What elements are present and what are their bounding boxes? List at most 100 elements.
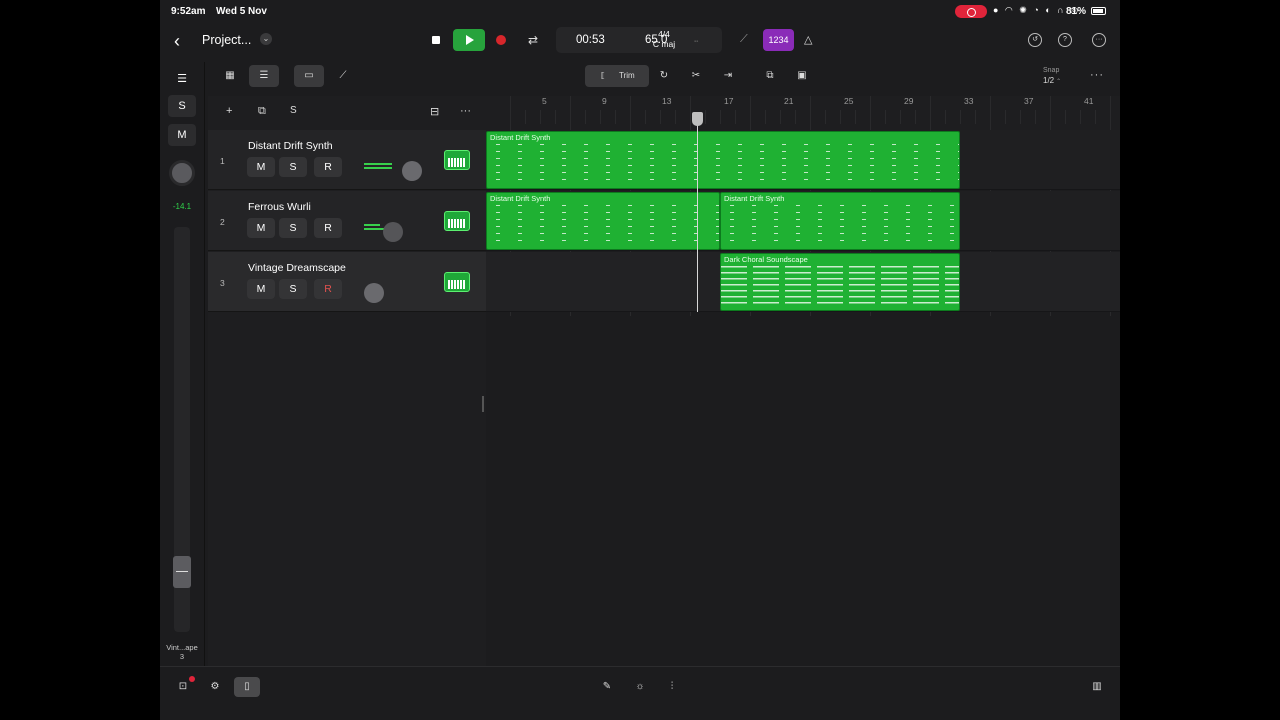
strip-divider <box>204 62 205 666</box>
track-mute-button[interactable]: M <box>247 218 275 238</box>
track-name[interactable]: Ferrous Wurli <box>248 201 311 213</box>
cycle-loop-icon[interactable]: ⇄ <box>522 29 544 51</box>
tracks-timeline[interactable]: 5 9 13 17 21 25 29 33 37 41 Distant Drif… <box>486 96 1120 666</box>
keyboard-icon[interactable]: ▥ <box>1084 677 1110 697</box>
project-title[interactable]: Project... <box>202 33 251 47</box>
project-menu-chevron-icon[interactable]: ⌄ <box>260 33 272 45</box>
track-row-3[interactable]: 3 Vintage Dreamscape M S R <box>208 252 486 312</box>
add-track-icon[interactable]: + <box>226 105 232 117</box>
grid-line <box>1020 110 1021 124</box>
tuner-icon[interactable]: ⟋ <box>740 33 748 46</box>
plugins-icon[interactable]: ⚙ <box>202 677 228 697</box>
mixer-settings-icon[interactable]: ☰ <box>168 68 196 90</box>
ruler-bar-label: 41 <box>1084 96 1094 106</box>
track-row-1[interactable]: 1 Distant Drift Synth M S R <box>208 130 486 190</box>
lcd-time-signature: 4/4 <box>658 29 670 39</box>
midi-region[interactable]: Dark Choral Soundscape <box>720 253 960 311</box>
track-pan-knob[interactable] <box>364 283 384 303</box>
smart-controls-icon[interactable]: ☼ <box>627 677 653 697</box>
track-record-button[interactable]: R <box>314 279 342 299</box>
midi-notes <box>721 205 959 247</box>
track-mute-button[interactable]: M <box>247 279 275 299</box>
live-loops-grid-icon[interactable]: ▦ <box>215 65 245 87</box>
pencil-icon[interactable]: ✎ <box>594 677 620 697</box>
grid-line <box>705 110 706 124</box>
undo-history-icon[interactable]: ↺ <box>1028 33 1042 47</box>
notification-badge <box>189 676 195 682</box>
track-row-2[interactable]: 2 Ferrous Wurli M S R <box>208 191 486 251</box>
bar-ruler[interactable]: 5 9 13 17 21 25 29 33 37 41 <box>486 96 1120 130</box>
track-options-icon[interactable]: ··· <box>460 105 471 117</box>
automation-icon[interactable]: ⟋ <box>328 65 358 87</box>
back-chevron-icon[interactable]: ‹ <box>174 31 180 52</box>
grid-line <box>900 110 901 124</box>
strip-mute-button[interactable]: M <box>168 124 196 146</box>
track-record-button[interactable]: R <box>314 157 342 177</box>
strip-track-number: 3 <box>179 652 185 661</box>
copy-icon[interactable]: ⧉ <box>755 65 785 87</box>
metronome-icon[interactable]: △ <box>804 33 812 46</box>
grid-line <box>585 110 586 124</box>
duplicate-track-icon[interactable]: ⧉ <box>258 105 266 118</box>
stop-button[interactable] <box>425 29 447 51</box>
more-options-icon[interactable]: ··· <box>1092 33 1106 47</box>
track-pan-knob[interactable] <box>402 161 422 181</box>
snap-control[interactable]: Snap 1/2 ⌃ <box>1043 66 1061 87</box>
grid-line <box>1095 110 1096 124</box>
keyboard-instrument-icon[interactable] <box>444 150 470 170</box>
track-pan-knob[interactable] <box>383 222 403 242</box>
toolbar-more-icon[interactable]: ··· <box>1090 69 1104 81</box>
split-scissors-icon[interactable]: ✂ <box>681 65 711 87</box>
grid-line <box>975 110 976 124</box>
midi-notes <box>487 205 719 247</box>
strip-pan-knob[interactable] <box>169 160 195 186</box>
track-level-meter <box>364 162 392 172</box>
region-name: Distant Drift Synth <box>724 194 785 203</box>
record-button[interactable] <box>490 29 512 51</box>
track-solo-button[interactable]: S <box>279 157 307 177</box>
track-mute-button[interactable]: M <box>247 157 275 177</box>
ruler-bar-label: 29 <box>904 96 914 106</box>
ruler-bar-label: 25 <box>844 96 854 106</box>
grid-line <box>735 110 736 124</box>
grid-line <box>840 110 841 124</box>
track-name[interactable]: Vintage Dreamscape <box>248 262 346 274</box>
loop-tool-icon[interactable]: ↻ <box>649 65 679 87</box>
join-icon[interactable]: ⇥ <box>713 65 743 87</box>
midi-region[interactable]: Distant Drift Synth <box>720 192 960 250</box>
region-view-icon[interactable]: ▭ <box>294 65 324 87</box>
volume-fader-handle[interactable] <box>173 556 191 588</box>
midi-region[interactable]: Distant Drift Synth <box>486 131 960 189</box>
play-button[interactable] <box>453 29 485 51</box>
trim-tool-button[interactable]: ⟦ Trim <box>585 65 649 87</box>
track-record-button[interactable]: R <box>314 218 342 238</box>
keyboard-instrument-icon[interactable] <box>444 211 470 231</box>
track-number: 3 <box>220 278 225 288</box>
lcd-key: C maj <box>652 39 676 49</box>
track-header-toggle-icon[interactable]: ⊟ <box>430 105 439 118</box>
midi-region[interactable]: Distant Drift Synth <box>486 192 720 250</box>
grid-line <box>825 110 826 124</box>
track-header-resize-handle[interactable] <box>482 396 484 412</box>
lcd-display[interactable]: 00:53 65.0 4/4 C maj ▪▪ <box>556 27 722 53</box>
midi-notes <box>487 144 959 186</box>
track-solo-button[interactable]: S <box>279 279 307 299</box>
paste-icon[interactable]: ▣ <box>787 65 817 87</box>
lcd-midi-indicator: ▪▪ <box>694 39 699 45</box>
track-solo-button[interactable]: S <box>279 218 307 238</box>
channel-strip: ☰ S M -14.1 Vint...ape 3 <box>160 62 204 666</box>
tracks-view-icon[interactable]: ☰ <box>249 65 279 87</box>
keyboard-instrument-icon[interactable] <box>444 272 470 292</box>
mixer-icon[interactable]: ⫶ <box>659 677 685 697</box>
strip-solo-button[interactable]: S <box>168 95 196 117</box>
playhead-handle[interactable] <box>692 112 703 126</box>
ruler-bar-label: 21 <box>784 96 794 106</box>
global-solo-button[interactable]: S <box>290 105 297 116</box>
grid-line <box>615 110 616 124</box>
inspector-icon[interactable]: ▯ <box>234 677 260 697</box>
help-icon[interactable]: ? <box>1058 33 1072 47</box>
track-name[interactable]: Distant Drift Synth <box>248 140 333 152</box>
trim-label: Trim <box>619 71 635 80</box>
ruler-bar-label: 5 <box>542 96 547 106</box>
count-in-button[interactable]: 1234 <box>763 29 794 51</box>
